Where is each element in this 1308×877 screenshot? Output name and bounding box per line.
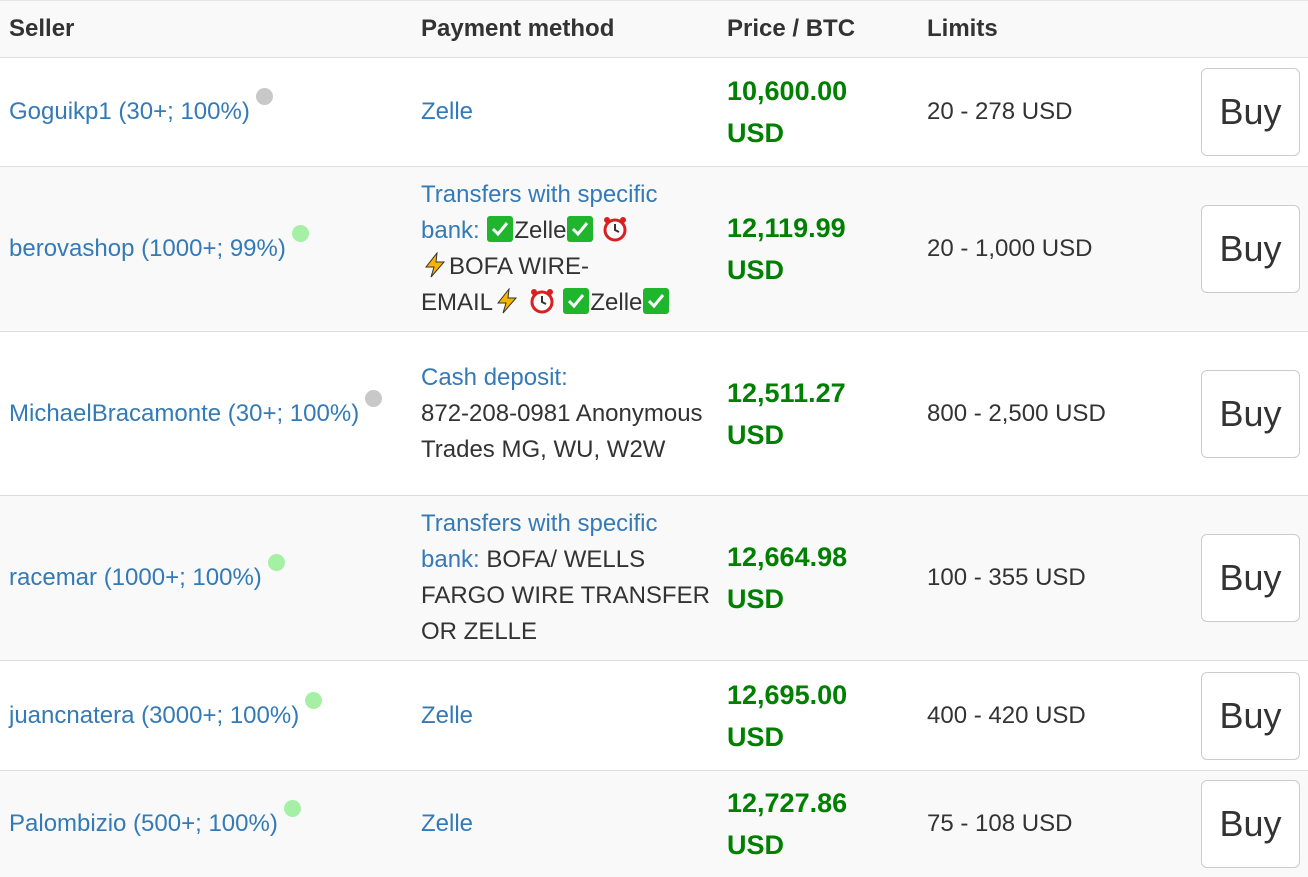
buy-button[interactable]: Buy: [1201, 534, 1300, 622]
seller-cell: racemar (1000+; 100%): [0, 495, 412, 661]
buy-cell: Buy: [1188, 57, 1308, 167]
price-currency: USD: [727, 829, 785, 860]
price-cell: 12,119.99 USD: [718, 166, 918, 332]
buy-cell: Buy: [1188, 331, 1308, 496]
buy-cell: Buy: [1188, 495, 1308, 661]
price-cell: 12,727.86 USD: [718, 770, 918, 877]
limits-value: 400 - 420 USD: [918, 660, 1188, 771]
table-row: MichaelBracamonte (30+; 100%) Cash depos…: [0, 331, 1308, 496]
price-value: 12,695.00: [727, 679, 848, 710]
price-value: 12,727.86: [727, 787, 848, 818]
limits-value: 20 - 1,000 USD: [918, 166, 1188, 332]
payment-method-link[interactable]: Cash deposit:: [421, 360, 718, 396]
check-mark-icon: [487, 216, 514, 242]
payment-method-link[interactable]: Zelle: [421, 810, 473, 837]
buy-cell: Buy: [1188, 660, 1308, 771]
limits-value: 100 - 355 USD: [918, 495, 1188, 661]
seller-link[interactable]: juancnatera (3000+; 100%): [9, 702, 299, 729]
check-mark-icon: [567, 216, 594, 242]
status-dot-online: [283, 799, 301, 817]
seller-link[interactable]: Goguikp1 (30+; 100%): [9, 98, 250, 125]
payment-cell: Transfers with specific bank: BOFA/ WELL…: [412, 495, 718, 661]
price-currency: USD: [727, 721, 785, 752]
payment-cell: Transfers with specific bank: Zelle BOFA…: [412, 166, 718, 332]
buy-cell: Buy: [1188, 166, 1308, 332]
seller-link[interactable]: racemar (1000+; 100%): [9, 564, 262, 591]
check-mark-icon: [563, 288, 590, 314]
buy-button[interactable]: Buy: [1201, 369, 1300, 458]
payment-cell: Cash deposit: 872-208-0981 Anonymous Tra…: [412, 331, 718, 496]
status-dot-offline: [365, 389, 383, 407]
price-currency: USD: [727, 255, 785, 285]
price-cell: 12,511.27 USD: [718, 331, 918, 496]
payment-word-zelle: Zelle: [590, 289, 643, 316]
limits-value: 800 - 2,500 USD: [918, 331, 1188, 496]
header-limits: Limits: [918, 0, 1188, 58]
status-dot-online: [291, 225, 309, 242]
table-header-row: Seller Payment method Price / BTC Limits: [0, 0, 1308, 58]
status-dot-offline: [255, 88, 273, 105]
seller-link[interactable]: MichaelBracamonte (30+; 100%): [9, 400, 359, 427]
lightning-icon: [424, 252, 446, 278]
price-value: 12,664.98: [727, 542, 848, 572]
offers-table: Seller Payment method Price / BTC Limits…: [0, 0, 1308, 877]
table-row: Palombizio (500+; 100%) Zelle 12,727.86 …: [0, 770, 1308, 877]
price-currency: USD: [727, 419, 785, 450]
price-cell: 10,600.00 USD: [718, 57, 918, 167]
payment-method-link[interactable]: Zelle: [421, 702, 473, 729]
price-value: 12,511.27: [727, 377, 846, 408]
header-seller: Seller: [0, 0, 412, 58]
alarm-clock-icon: [603, 217, 627, 242]
seller-link[interactable]: berovashop (1000+; 99%): [9, 235, 286, 262]
price-cell: 12,695.00 USD: [718, 660, 918, 771]
price-cell: 12,664.98 USD: [718, 495, 918, 661]
check-mark-icon: [643, 288, 670, 314]
alarm-clock-icon: [530, 289, 554, 314]
payment-word-email: EMAIL: [421, 289, 494, 316]
payment-word-bofa: BOFA WIRE-: [449, 253, 590, 280]
payment-method-link[interactable]: Zelle: [421, 98, 473, 125]
buy-cell: Buy: [1188, 770, 1308, 877]
status-dot-online: [267, 554, 285, 571]
seller-link[interactable]: Palombizio (500+; 100%): [9, 810, 278, 837]
status-dot-online: [305, 691, 323, 709]
price-currency: USD: [727, 118, 785, 148]
payment-cell: Zelle: [412, 770, 718, 877]
table-row: berovashop (1000+; 99%) Transfers with s…: [0, 166, 1308, 332]
price-value: 10,600.00: [727, 76, 848, 106]
buy-button[interactable]: Buy: [1201, 68, 1300, 156]
header-actions: [1188, 0, 1308, 58]
limits-value: 75 - 108 USD: [918, 770, 1188, 877]
payment-cell: Zelle: [412, 660, 718, 771]
buy-button[interactable]: Buy: [1201, 671, 1300, 760]
lightning-icon: [497, 288, 518, 314]
price-currency: USD: [727, 584, 785, 614]
seller-cell: berovashop (1000+; 99%): [0, 166, 412, 332]
seller-cell: MichaelBracamonte (30+; 100%): [0, 331, 412, 496]
limits-value: 20 - 278 USD: [918, 57, 1188, 167]
price-value: 12,119.99: [727, 213, 846, 243]
payment-details: 872-208-0981 Anonymous Trades MG, WU, W2…: [421, 399, 703, 463]
seller-cell: Palombizio (500+; 100%): [0, 770, 412, 877]
seller-cell: Goguikp1 (30+; 100%): [0, 57, 412, 167]
table-row: racemar (1000+; 100%) Transfers with spe…: [0, 495, 1308, 661]
buy-button[interactable]: Buy: [1201, 779, 1300, 868]
seller-cell: juancnatera (3000+; 100%): [0, 660, 412, 771]
header-payment-method: Payment method: [412, 0, 718, 58]
header-price: Price / BTC: [718, 0, 918, 58]
payment-cell: Zelle: [412, 57, 718, 167]
table-row: juancnatera (3000+; 100%) Zelle 12,695.0…: [0, 660, 1308, 771]
buy-button[interactable]: Buy: [1201, 205, 1300, 293]
payment-word-zelle: Zelle: [514, 217, 567, 244]
table-row: Goguikp1 (30+; 100%) Zelle 10,600.00 USD…: [0, 57, 1308, 167]
